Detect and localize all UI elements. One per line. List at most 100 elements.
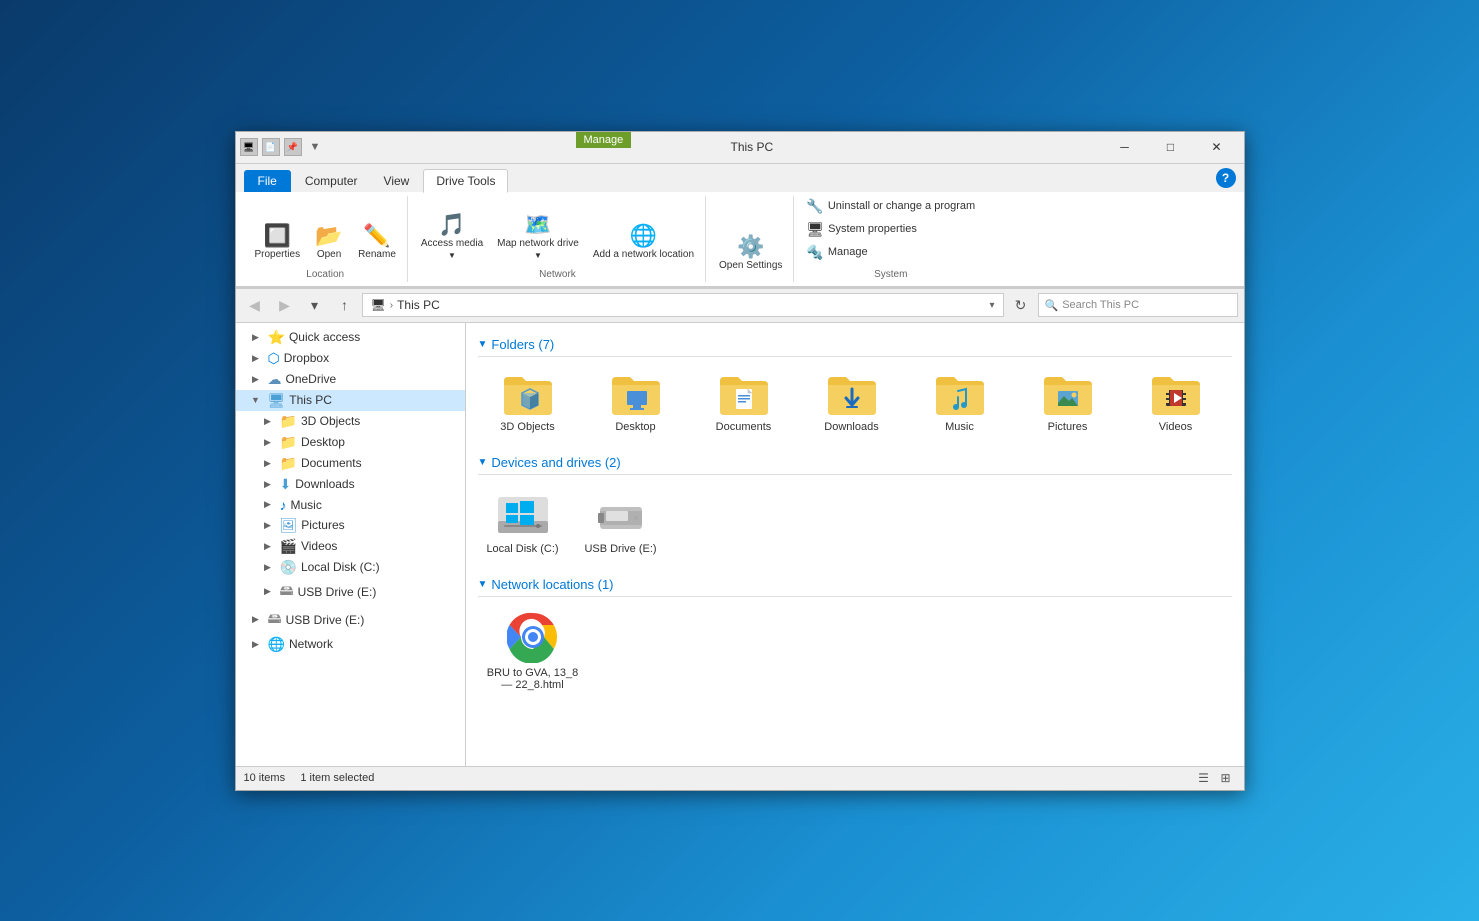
search-placeholder: Search This PC [1062, 299, 1139, 311]
address-bar: ◀ ▶ ▾ ↑ 🖥 › This PC ▾ ↻ 🔍 Search This PC [236, 289, 1244, 323]
device-local-disk[interactable]: Local Disk (C:) [478, 483, 568, 561]
folder-documents-label: Documents [716, 421, 772, 433]
folder-documents[interactable]: Documents [694, 365, 794, 439]
map-network-drive-button[interactable]: 🗺️ Map network drive ▼ [492, 211, 584, 263]
expand-pictures: ▶ [260, 520, 276, 531]
properties-button[interactable]: 🔲 Properties [250, 222, 306, 263]
folder-3d-objects-icon [502, 371, 554, 417]
sidebar-item-3d-objects[interactable]: ▶ 📁 3D Objects [236, 411, 465, 432]
folder-pictures-label: Pictures [1048, 421, 1088, 433]
folder-music-label: Music [945, 421, 974, 433]
large-icons-view-button[interactable]: ⊞ [1216, 768, 1236, 788]
ribbon-tabs: File Computer View Drive Tools ? [236, 164, 1244, 192]
network-section-header[interactable]: ▼ Network locations (1) [478, 577, 1232, 597]
uninstall-button[interactable]: 🔧 Uninstall or change a program [802, 196, 979, 217]
devices-chevron: ▼ [478, 457, 488, 468]
ribbon-group-settings: ⚙️ Open Settings [708, 196, 794, 282]
open-button[interactable]: 📂 Open [309, 222, 349, 263]
up-button[interactable]: ↑ [332, 292, 358, 318]
access-media-chevron: ▼ [448, 251, 456, 260]
network-item-chrome-label: BRU to GVA, 13_8— 22_8.html [487, 667, 579, 691]
system-label: System [874, 267, 907, 282]
network-chevron: ▼ [478, 579, 488, 590]
rename-icon: ✏️ [363, 225, 390, 247]
system-props-icon: 🖥 [806, 221, 824, 238]
network-item-chrome[interactable]: BRU to GVA, 13_8— 22_8.html [478, 605, 588, 697]
help-button[interactable]: ? [1216, 168, 1236, 188]
folder-desktop[interactable]: Desktop [586, 365, 686, 439]
close-button[interactable]: ✕ [1194, 131, 1240, 163]
minimize-button[interactable]: ─ [1102, 131, 1148, 163]
address-path[interactable]: 🖥 › This PC ▾ [362, 293, 1004, 317]
expand-dropbox: ▶ [248, 353, 264, 364]
open-settings-button[interactable]: ⚙️ Open Settings [714, 233, 787, 274]
folder-music[interactable]: Music [910, 365, 1010, 439]
chrome-icon [507, 611, 559, 663]
folder-pictures-icon [1042, 371, 1094, 417]
sidebar-item-music[interactable]: ▶ ♪ Music [236, 495, 465, 515]
folder-music-icon [934, 371, 986, 417]
devices-section-header[interactable]: ▼ Devices and drives (2) [478, 455, 1232, 475]
sidebar-item-usb-drive-2[interactable]: ▶ 🖴 USB Drive (E:) [236, 606, 465, 634]
title-bar: 🖥 📄 📌 ▼ Manage This PC ─ □ ✕ [236, 132, 1244, 164]
folder-videos[interactable]: Videos [1126, 365, 1226, 439]
music-icon: ♪ [280, 497, 287, 513]
folder-desktop-icon [610, 371, 662, 417]
sidebar-item-desktop[interactable]: ▶ 📁 Desktop [236, 432, 465, 453]
ribbon-group-network: 🎵 Access media ▼ 🗺️ Map network drive ▼ … [410, 196, 706, 282]
tab-file[interactable]: File [244, 170, 291, 192]
details-view-button[interactable]: ☰ [1194, 768, 1214, 788]
folders-grid: 3D Objects Desktop [478, 365, 1232, 439]
manage-badge: Manage [576, 132, 632, 148]
map-network-icon: 🗺️ [524, 214, 551, 236]
usb-drive-label: USB Drive (E:) [584, 543, 656, 555]
search-box[interactable]: 🔍 Search This PC [1038, 293, 1238, 317]
rename-button[interactable]: ✏️ Rename [353, 222, 401, 263]
folders-section-header[interactable]: ▼ Folders (7) [478, 337, 1232, 357]
selected-count: 1 item selected [300, 772, 374, 784]
location-label: Location [306, 267, 344, 282]
this-pc-icon: 🖥 [268, 392, 286, 409]
sidebar-item-network[interactable]: ▶ 🌐 Network [236, 634, 465, 655]
system-properties-button[interactable]: 🖥 System properties [802, 219, 979, 240]
uninstall-icon: 🔧 [806, 198, 823, 215]
folder-downloads-icon [826, 371, 878, 417]
sidebar-item-pictures[interactable]: ▶ 🖼 Pictures [236, 515, 465, 536]
sidebar-item-quick-access[interactable]: ▶ ⭐ Quick access [236, 327, 465, 348]
refresh-button[interactable]: ↻ [1008, 292, 1034, 318]
sidebar: ▶ ⭐ Quick access ▶ ⬡ Dropbox ▶ ☁ OneDriv… [236, 323, 466, 766]
sidebar-item-this-pc[interactable]: ▼ 🖥 This PC [236, 390, 465, 411]
folder-3d-objects[interactable]: 3D Objects [478, 365, 578, 439]
expand-usb-2: ▶ [248, 614, 264, 625]
sidebar-item-documents[interactable]: ▶ 📁 Documents [236, 453, 465, 474]
access-media-button[interactable]: 🎵 Access media ▼ [416, 211, 488, 263]
onedrive-icon: ☁ [268, 371, 282, 388]
add-network-location-button[interactable]: 🌐 Add a network location [588, 222, 699, 263]
forward-button[interactable]: ▶ [272, 292, 298, 318]
sidebar-item-dropbox[interactable]: ▶ ⬡ Dropbox [236, 348, 465, 369]
folder-downloads[interactable]: Downloads [802, 365, 902, 439]
sidebar-item-onedrive[interactable]: ▶ ☁ OneDrive [236, 369, 465, 390]
folder-pictures[interactable]: Pictures [1018, 365, 1118, 439]
dropbox-icon: ⬡ [268, 350, 280, 367]
map-drive-chevron: ▼ [534, 251, 542, 260]
sidebar-item-downloads[interactable]: ▶ ⬇ Downloads [236, 474, 465, 495]
folder-videos-icon [1150, 371, 1202, 417]
manage-button[interactable]: 🔩 Manage [802, 242, 979, 263]
devices-grid: Local Disk (C:) USB Dri [478, 483, 1232, 561]
folder-desktop-label: Desktop [615, 421, 655, 433]
tab-computer[interactable]: Computer [293, 170, 370, 192]
ribbon-content: 🔲 Properties 📂 Open ✏️ Rename Location [236, 192, 1244, 288]
sidebar-item-videos[interactable]: ▶ 🎬 Videos [236, 536, 465, 557]
expand-3d-objects: ▶ [260, 416, 276, 427]
desktop-icon: 📁 [280, 434, 297, 451]
sidebar-item-local-disk[interactable]: ▶ 💿 Local Disk (C:) [236, 557, 465, 578]
back-button[interactable]: ◀ [242, 292, 268, 318]
recent-locations-button[interactable]: ▾ [302, 292, 328, 318]
tab-view[interactable]: View [372, 170, 422, 192]
device-usb-drive[interactable]: USB Drive (E:) [576, 483, 666, 561]
sidebar-item-usb-drive-1[interactable]: ▶ 🖴 USB Drive (E:) [236, 578, 465, 606]
tab-drive-tools[interactable]: Drive Tools [423, 169, 508, 193]
maximize-button[interactable]: □ [1148, 131, 1194, 163]
expand-onedrive: ▶ [248, 374, 264, 385]
